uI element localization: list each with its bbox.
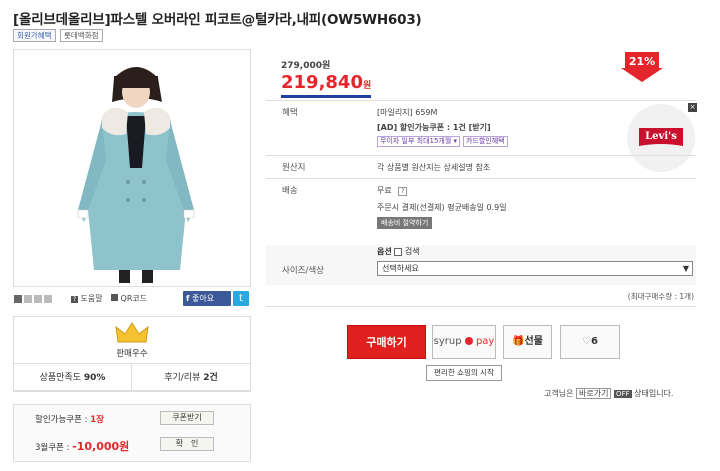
- price-underline: [281, 95, 371, 98]
- like-button[interactable]: ♡6: [560, 325, 620, 359]
- gift-button[interactable]: 🎁선물: [503, 325, 552, 359]
- option-select[interactable]: 선택하세요 ▼: [377, 261, 693, 276]
- ad-coupon-link[interactable]: [AD] 할인가능쿠폰 : 1건 [받기]: [377, 122, 491, 133]
- origin-value: 각 상품별 원산지는 상세설명 참조: [377, 163, 491, 172]
- help-link-label: 도움말: [80, 294, 103, 303]
- divider: [266, 178, 696, 179]
- off-badge[interactable]: OFF: [614, 390, 632, 398]
- march-coupon-row: 3월쿠폰 : -10,000원: [35, 438, 129, 454]
- help-icon: ?: [71, 296, 78, 303]
- sale-price-value: 219,840: [281, 72, 363, 93]
- satisfaction-stat: 상품만족도 90%: [13, 363, 132, 391]
- option-header: 옵션 검색: [377, 246, 420, 257]
- original-price: 279,000원: [281, 61, 331, 71]
- option-search-label: 검색: [404, 247, 420, 256]
- thumbnail-2[interactable]: [24, 295, 32, 303]
- march-coupon-value: -10,000원: [72, 440, 130, 453]
- installment-button[interactable]: 무이자 일부 최대15개월 ▾: [377, 136, 461, 147]
- available-coupon-row: 할인가능쿠폰 : 1장: [35, 413, 104, 425]
- shipping-label: 배송: [282, 186, 298, 196]
- customer-status-prefix: 고객님은: [544, 389, 574, 398]
- thumbnail-4[interactable]: [44, 295, 52, 303]
- shipping-value: 무료: [377, 186, 392, 195]
- divider: [266, 306, 696, 307]
- review-value: 2건: [203, 373, 218, 383]
- gift-icon: 🎁: [512, 336, 525, 347]
- facebook-like-button[interactable]: f 좋아요: [183, 291, 231, 306]
- coat-illustration: [77, 67, 195, 283]
- satisfaction-label: 상품만족도: [39, 373, 81, 383]
- divider: [266, 100, 696, 101]
- buy-button[interactable]: 구매하기: [347, 325, 426, 359]
- syrup-label: syrup: [433, 336, 462, 347]
- seller-grade: 판매우수: [116, 349, 148, 359]
- benefit-buttons: 무이자 일부 최대15개월 ▾ 카드할인혜택: [377, 136, 508, 147]
- pay-label: pay: [475, 336, 495, 347]
- thumbnail-1[interactable]: [14, 295, 22, 303]
- discount-badge: 21%: [621, 52, 663, 82]
- syrup-pay-button[interactable]: syrup pay: [432, 325, 496, 359]
- sale-price: 219,840원: [281, 72, 371, 93]
- crown-icon: [115, 322, 149, 347]
- syrup-tooltip: 편리한 쇼핑의 시작: [426, 365, 502, 381]
- like-count: 6: [591, 336, 598, 347]
- coupon-confirm-button[interactable]: 확 인: [160, 437, 214, 451]
- levis-ad-brand: Levi's: [645, 131, 677, 142]
- review-stat[interactable]: 후기/리뷰 2건: [132, 363, 251, 391]
- qr-icon: [111, 294, 118, 301]
- option-label: 사이즈/색상: [282, 266, 324, 276]
- heart-icon: ♡: [582, 336, 591, 347]
- thumbnail-3[interactable]: [34, 295, 42, 303]
- customer-status: 고객님은 바로가기 OFF 상태입니다.: [544, 388, 673, 399]
- discount-value: 21%: [628, 55, 656, 68]
- qr-link-label: QR코드: [120, 294, 148, 303]
- facebook-like-label: 좋아요: [192, 294, 215, 303]
- sale-price-unit: 원: [362, 81, 372, 91]
- satisfaction-value: 90%: [83, 373, 106, 383]
- max-quantity-text: (최대구매수량 : 1개): [627, 292, 694, 301]
- product-title: [올리브데올리브]파스텔 오버라인 피코트@털카라,내피(OW5WH603): [13, 12, 422, 28]
- twitter-icon: t: [239, 293, 243, 304]
- facebook-icon: f: [186, 294, 190, 303]
- customer-status-suffix: 상태입니다.: [634, 389, 674, 398]
- shipping-detail: 주문시 결제(선결제) 평균배송일 0.9일: [377, 203, 507, 212]
- help-link[interactable]: ? 도움말: [71, 293, 103, 304]
- march-coupon-label: 3월쿠폰 :: [35, 443, 70, 453]
- member-benefit-tag[interactable]: 회원가혜택: [13, 29, 56, 42]
- shipping-value-row: 무료 ?: [377, 185, 408, 196]
- get-coupon-button[interactable]: 쿠폰받기: [160, 411, 214, 425]
- review-label: 후기/리뷰: [164, 373, 201, 383]
- option-select-value: 선택하세요: [382, 264, 419, 273]
- gift-label: 선물: [524, 336, 543, 347]
- origin-label: 원산지: [282, 163, 306, 173]
- option-title: 옵션: [377, 247, 392, 256]
- available-coupon-count: 1장: [90, 415, 104, 425]
- levis-ad[interactable]: Levi's: [625, 102, 697, 174]
- card-discount-button[interactable]: 카드할인혜택: [462, 136, 508, 147]
- option-search-checkbox[interactable]: [394, 247, 403, 256]
- product-image[interactable]: [13, 49, 251, 287]
- baro-button[interactable]: 바로가기: [576, 388, 612, 399]
- shipping-save-button[interactable]: 배송비 절약하기: [377, 217, 433, 229]
- divider: [266, 155, 696, 156]
- available-coupon-label: 할인가능쿠폰 :: [35, 415, 88, 425]
- chevron-down-icon: ▼: [682, 264, 689, 273]
- syrup-dot-icon: [464, 337, 473, 345]
- benefit-label: 혜택: [282, 108, 298, 118]
- mileage-text: [마일리지] 659M: [377, 108, 438, 117]
- twitter-button[interactable]: t: [233, 291, 249, 306]
- lotte-department-tag[interactable]: 롯데백화점: [60, 29, 103, 42]
- qr-link[interactable]: QR코드: [111, 293, 147, 304]
- shipping-help-icon[interactable]: ?: [398, 187, 408, 196]
- image-thumbnails[interactable]: [14, 295, 54, 306]
